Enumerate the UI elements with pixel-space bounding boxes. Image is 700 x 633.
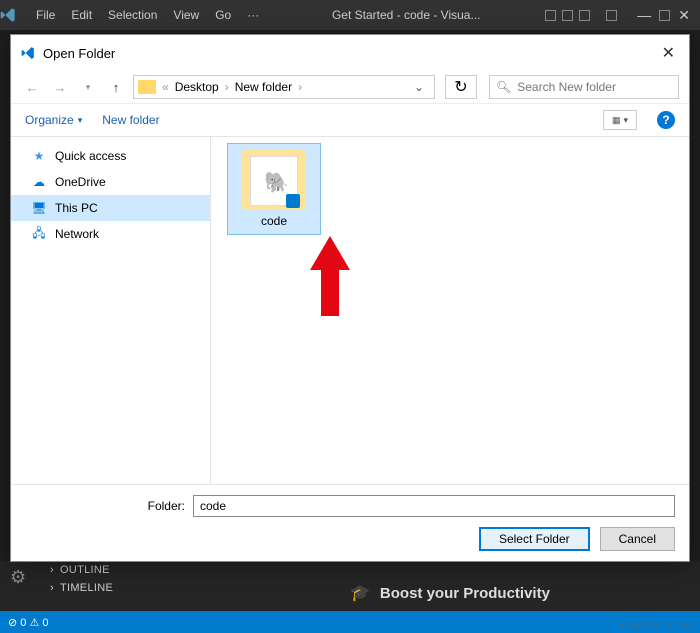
folder-item-code[interactable]: 🐘 code	[227, 143, 321, 235]
chevron-right-icon: ›	[50, 582, 54, 594]
select-folder-button[interactable]: Select Folder	[479, 527, 590, 551]
layout-icon[interactable]	[579, 10, 590, 21]
chevron-right-icon: ›	[296, 80, 304, 94]
watermark: www.devsjg.com	[620, 620, 694, 631]
pc-icon: 🖥	[31, 200, 47, 216]
vscode-titlebar: File Edit Selection View Go ··· Get Star…	[0, 0, 700, 30]
vscode-logo-icon	[0, 7, 28, 23]
nav-label: OneDrive	[55, 175, 106, 189]
folder-thumb-icon: 🐘	[242, 150, 306, 210]
help-icon[interactable]: ?	[657, 111, 675, 129]
statusbar: ⊘ 0 ⚠ 0	[0, 611, 700, 633]
folder-label: code	[234, 214, 314, 228]
close-icon[interactable]: ✕	[658, 43, 679, 63]
layout-icon[interactable]	[562, 10, 573, 21]
folder-input[interactable]	[193, 495, 675, 517]
layout-controls	[545, 10, 617, 21]
view-options-button[interactable]: ▦▾	[603, 110, 637, 130]
organize-button[interactable]: Organize ▾	[25, 113, 82, 127]
nav-label: This PC	[55, 201, 98, 215]
cloud-icon: ☁	[31, 174, 47, 190]
nav-network[interactable]: 🖧 Network	[11, 221, 210, 247]
annotation-arrow-icon	[310, 236, 350, 316]
nav-this-pc[interactable]: 🖥 This PC	[11, 195, 210, 221]
minimize-button[interactable]: —	[637, 7, 651, 23]
up-button[interactable]: ↑	[105, 76, 127, 98]
cancel-button[interactable]: Cancel	[600, 527, 675, 551]
layout-icon[interactable]	[545, 10, 556, 21]
menubar: File Edit Selection View Go ···	[28, 8, 267, 22]
menu-more[interactable]: ···	[239, 8, 267, 22]
menu-selection[interactable]: Selection	[100, 8, 165, 22]
new-folder-button[interactable]: New folder	[102, 113, 159, 127]
navigation-pane: ★ Quick access ☁ OneDrive 🖥 This PC 🖧 Ne…	[11, 137, 211, 484]
nav-quick-access[interactable]: ★ Quick access	[11, 143, 210, 169]
menu-view[interactable]: View	[165, 8, 207, 22]
breadcrumb-prefix: «	[160, 80, 171, 94]
window-title: Get Started - code - Visua...	[267, 8, 545, 22]
graduation-icon: 🎓	[350, 583, 370, 603]
search-input[interactable]: 🔍︎ Search New folder	[489, 75, 679, 99]
maximize-button[interactable]	[659, 10, 670, 21]
timeline-label: TIMELINE	[60, 582, 113, 594]
chevron-right-icon: ›	[223, 80, 231, 94]
chevron-right-icon: ›	[50, 564, 54, 576]
back-button[interactable]: ←	[21, 76, 43, 98]
refresh-button[interactable]: ↻	[445, 75, 477, 99]
nav-label: Network	[55, 227, 99, 241]
breadcrumb-part[interactable]: New folder	[235, 80, 292, 94]
productivity-banner: 🎓 Boost your Productivity	[350, 583, 550, 603]
search-placeholder: Search New folder	[517, 80, 672, 94]
nav-onedrive[interactable]: ☁ OneDrive	[11, 169, 210, 195]
organize-label: Organize	[25, 113, 74, 127]
dialog-title: Open Folder	[43, 46, 650, 61]
folder-icon	[138, 80, 156, 94]
network-icon: 🖧	[31, 226, 47, 242]
productivity-label: Boost your Productivity	[380, 585, 550, 602]
close-button[interactable]: ✕	[678, 7, 690, 24]
layout-icon[interactable]	[606, 10, 617, 21]
vscode-small-icon	[21, 46, 35, 60]
file-list[interactable]: 🐘 code	[211, 137, 689, 484]
recent-dropdown[interactable]: ▾	[77, 76, 99, 98]
breadcrumb-part[interactable]: Desktop	[175, 80, 219, 94]
menu-file[interactable]: File	[28, 8, 63, 22]
menu-edit[interactable]: Edit	[63, 8, 100, 22]
outline-label: OUTLINE	[60, 564, 110, 576]
gear-icon[interactable]: ⚙	[10, 567, 26, 588]
menu-go[interactable]: Go	[207, 8, 239, 22]
star-icon: ★	[31, 148, 47, 164]
chevron-down-icon[interactable]: ⌄	[408, 80, 430, 94]
open-folder-dialog: Open Folder ✕ ← → ▾ ↑ « Desktop › New fo…	[10, 34, 690, 562]
search-icon: 🔍︎	[496, 80, 511, 94]
folder-input-label: Folder:	[25, 499, 185, 513]
status-errors[interactable]: ⊘ 0 ⚠ 0	[8, 616, 48, 629]
chevron-down-icon: ▾	[78, 115, 83, 126]
nav-label: Quick access	[55, 149, 126, 163]
forward-button: →	[49, 76, 71, 98]
breadcrumb[interactable]: « Desktop › New folder › ⌄	[133, 75, 435, 99]
outline-section[interactable]: › OUTLINE	[0, 561, 700, 579]
